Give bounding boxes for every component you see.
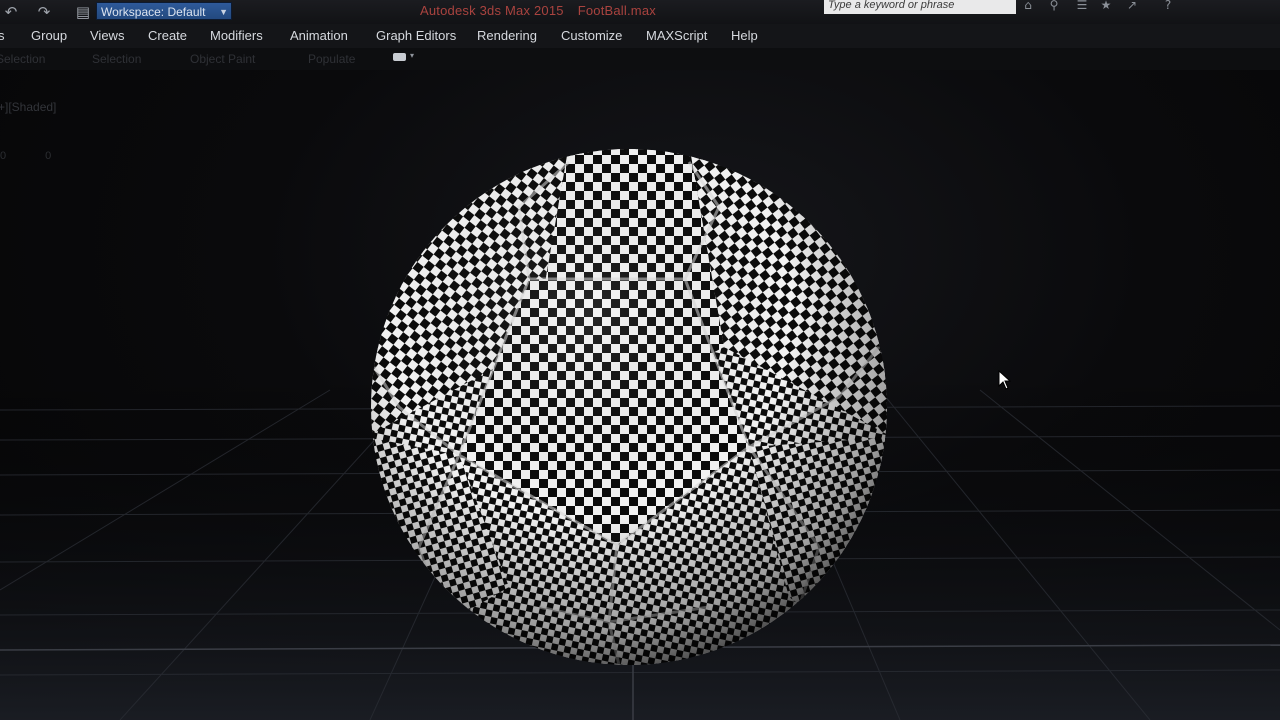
menu-item-help[interactable]: Help (731, 28, 758, 44)
ribbon-tab-populate[interactable]: Populate (308, 52, 355, 66)
menu-item-create[interactable]: Create (148, 28, 187, 44)
workspace-dropdown[interactable]: Workspace: Default ▼ (96, 2, 232, 20)
signin-icon[interactable]: ☰ (1074, 0, 1090, 12)
viewport-label[interactable]: +][Shaded] (0, 100, 56, 114)
menu-item-customize[interactable]: Customize (561, 28, 622, 44)
menu-item-maxscript[interactable]: MAXScript (646, 28, 707, 44)
perspective-viewport[interactable]: +][Shaded] 0 0 (0, 70, 1280, 720)
menu-item-rendering[interactable]: Rendering (477, 28, 537, 44)
menu-bar: s Group Views Create Modifiers Animation… (0, 24, 1280, 48)
redo-icon[interactable]: ↷ (35, 3, 53, 21)
ribbon-tab-selection[interactable]: Selection (0, 52, 45, 66)
menu-item-edits[interactable]: s (0, 28, 5, 44)
help-icon[interactable]: ? (1160, 0, 1176, 12)
search-placeholder: Type a keyword or phrase (828, 0, 955, 11)
chevron-down-icon: ▼ (219, 7, 228, 17)
ribbon: Selection Selection Object Paint Populat… (0, 48, 1280, 70)
menu-item-views[interactable]: Views (90, 28, 124, 44)
menu-item-animation[interactable]: Animation (290, 28, 348, 44)
ribbon-toggle-chevron-icon[interactable]: ▾ (410, 51, 414, 61)
ribbon-toggle-icon[interactable] (393, 53, 406, 61)
ribbon-tab-selection-2[interactable]: Selection (92, 52, 141, 66)
menu-item-modifiers[interactable]: Modifiers (210, 28, 263, 44)
exchange-icon[interactable]: ↗ (1124, 0, 1140, 12)
title-bar: ↶ ↷ ▤ Workspace: Default ▼ Autodesk 3ds … (0, 0, 1280, 25)
undo-icon[interactable]: ↶ (2, 3, 20, 21)
ribbon-tab-object-paint[interactable]: Object Paint (190, 52, 255, 66)
search-input[interactable]: Type a keyword or phrase (824, 0, 1016, 14)
soccer-ball-model[interactable] (366, 144, 892, 670)
star-icon[interactable]: ★ (1098, 0, 1114, 12)
window-title: Autodesk 3ds Max 2015 FootBall.max (420, 2, 656, 20)
3ds-max-window: ↶ ↷ ▤ Workspace: Default ▼ Autodesk 3ds … (0, 0, 1280, 720)
menu-item-group[interactable]: Group (31, 28, 67, 44)
binoculars-icon[interactable]: ⌂ (1020, 0, 1036, 12)
mouse-cursor-icon (998, 370, 1012, 390)
workspace-label: Workspace: Default (101, 5, 206, 19)
viewport-stats: 0 0 (0, 150, 70, 162)
menu-item-graph-editors[interactable]: Graph Editors (376, 28, 456, 44)
file-name: FootBall.max (577, 3, 656, 18)
app-title: Autodesk 3ds Max 2015 (420, 3, 564, 18)
key-icon[interactable]: ⚲ (1046, 0, 1062, 12)
project-folder-icon[interactable]: ▤ (74, 3, 92, 21)
